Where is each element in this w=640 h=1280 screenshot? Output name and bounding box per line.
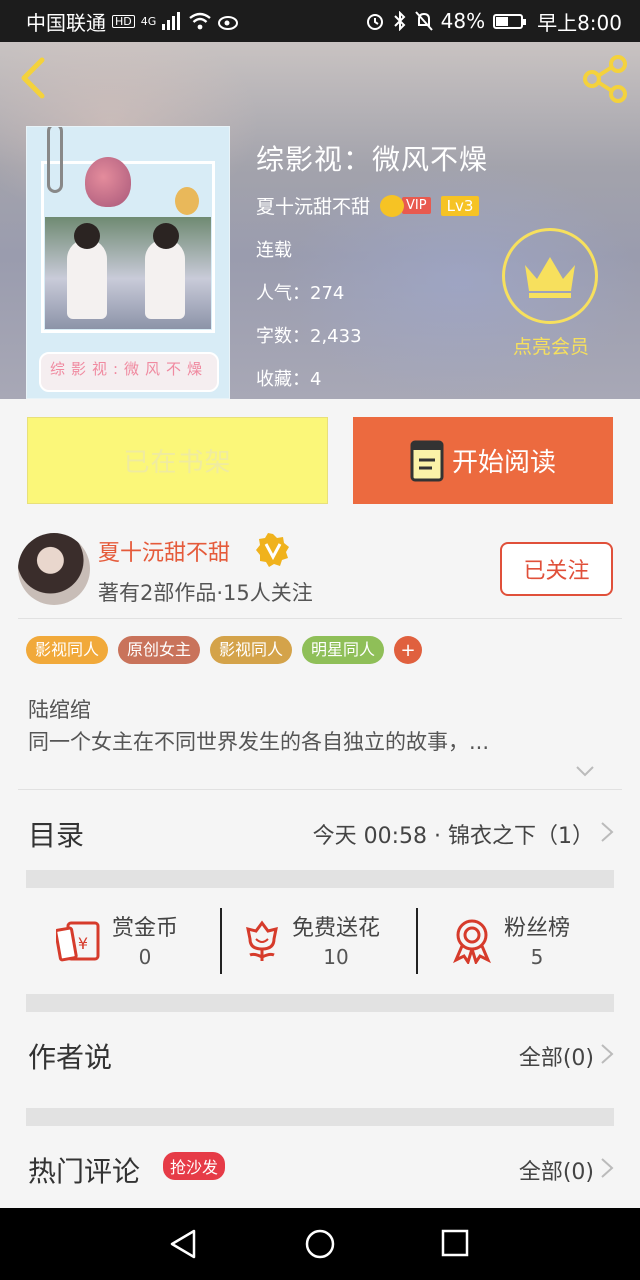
tag-chip[interactable]: 明星同人: [302, 636, 385, 664]
sofa-badge: 抢沙发: [163, 1152, 226, 1180]
book-intro[interactable]: 陆绾绾 同一个女主在不同世界发生的各自独立的故事，...: [28, 694, 588, 758]
vip-cta-label[interactable]: 点亮会员: [498, 332, 604, 359]
stat-separator: [220, 908, 222, 974]
bluetooth-icon: [393, 11, 406, 31]
network-type-label: 4G: [140, 14, 157, 28]
reward-coin-icon: ¥: [56, 921, 100, 962]
tag-list: 影视同人 原创女主 影视同人 明星同人 +: [26, 636, 423, 664]
level-badge: Lv3: [440, 195, 480, 216]
cover-title: 综影视:微风不燥: [39, 352, 219, 392]
tag-chip[interactable]: 原创女主: [118, 636, 201, 664]
author-card: 夏十沅甜不甜 著有2部作品·15人关注 已关注: [0, 517, 640, 619]
author-say-title: 作者说: [28, 1041, 113, 1074]
section-gap: [26, 994, 614, 1012]
reward-coin-value: 0: [138, 945, 152, 969]
ribbon-medal-icon: [453, 919, 491, 964]
in-shelf-button[interactable]: 已在书架: [27, 417, 328, 504]
header-author-name[interactable]: 夏十沅甜不甜: [256, 192, 370, 219]
stats-row: ¥ 赏金币 0 免费送花 10 粉丝榜 5: [0, 888, 640, 994]
weibo-icon: [218, 16, 239, 30]
book-icon: [410, 440, 444, 481]
chevron-down-icon[interactable]: [574, 760, 596, 782]
tag-chip[interactable]: 影视同人: [26, 636, 109, 664]
fan-ranking-value: 5: [530, 945, 544, 969]
intro-line-1: 陆绾绾: [28, 698, 91, 722]
hd-icon: HD: [112, 14, 135, 28]
chevron-right-icon: [601, 822, 614, 842]
carrier-label: 中国联通: [26, 10, 106, 35]
popularity: 人气：274: [256, 283, 345, 304]
book-header: 综影视:微风不燥 综影视：微风不燥 夏十沅甜不甜 VIP Lv3 连载 人气：2…: [0, 42, 640, 399]
more-tags-button[interactable]: +: [394, 636, 423, 664]
battery-level: [496, 16, 509, 26]
serial-status: 连载: [256, 240, 292, 261]
start-reading-button[interactable]: 开始阅读: [353, 417, 613, 504]
follow-button[interactable]: 已关注: [500, 542, 613, 596]
alarm-icon: [366, 14, 383, 30]
section-gap: [26, 1108, 614, 1126]
system-nav-bar: [0, 1208, 640, 1280]
hot-comments-row[interactable]: 热门评论 全部(0): [0, 1126, 640, 1208]
book-title: 综影视：微风不燥: [256, 143, 489, 176]
verified-badge-icon: [256, 533, 289, 567]
back-arrow-icon[interactable]: [14, 54, 54, 102]
clock: 早上8:00: [537, 10, 622, 35]
free-flower-stat[interactable]: 免费送花 10: [242, 888, 412, 994]
fan-ranking-stat[interactable]: 粉丝榜 5: [452, 888, 602, 994]
word-count: 字数：2,433: [256, 326, 362, 347]
book-cover[interactable]: 综影视:微风不燥: [26, 126, 230, 399]
divider: [18, 618, 622, 619]
tag-chip[interactable]: 影视同人: [210, 636, 293, 664]
nav-back-icon[interactable]: [168, 1228, 198, 1260]
vip-crown-icon: [380, 194, 405, 217]
header-author-line: 夏十沅甜不甜 VIP Lv3: [256, 192, 480, 219]
start-reading-label: 开始阅读: [451, 448, 556, 478]
chevron-right-icon: [601, 1158, 614, 1178]
hot-comments-title: 热门评论: [28, 1155, 141, 1188]
favorites-count: 收藏：4: [256, 369, 322, 390]
author-say-all: 全部(0): [518, 1046, 594, 1071]
reward-coin-label: 赏金币: [112, 916, 179, 941]
catalog-title: 目录: [28, 819, 85, 852]
latest-chapter: 今天 00:58 · 锦衣之下（1）: [312, 824, 594, 849]
signal-icon: [162, 12, 181, 30]
battery-percent: 48%: [440, 9, 486, 33]
crown-icon: [525, 257, 575, 298]
paperclip-icon: [47, 127, 63, 193]
free-flower-value: 10: [323, 945, 349, 969]
wifi-icon: [189, 12, 212, 30]
author-stats: 著有2部作品·15人关注: [98, 581, 313, 605]
free-flower-label: 免费送花: [292, 916, 381, 941]
status-bar: 中国联通 HD 4G 48% 早上8:00: [0, 0, 640, 42]
avatar[interactable]: [18, 533, 90, 605]
vip-badge: VIP: [380, 194, 431, 217]
mute-bell-icon: [414, 11, 433, 31]
stat-separator: [416, 908, 418, 974]
vip-membership-button[interactable]: [502, 228, 598, 324]
flower-icon: [246, 920, 278, 961]
author-name[interactable]: 夏十沅甜不甜: [98, 535, 230, 567]
section-gap: [26, 870, 614, 888]
fan-ranking-label: 粉丝榜: [504, 916, 571, 941]
share-icon[interactable]: [580, 54, 630, 104]
catalog-row[interactable]: 目录 今天 00:58 · 锦衣之下（1）: [0, 790, 640, 870]
action-bar: 已在书架 开始阅读: [0, 399, 640, 517]
nav-home-icon[interactable]: [304, 1228, 336, 1260]
author-say-row[interactable]: 作者说 全部(0): [0, 1012, 640, 1108]
intro-line-2: 同一个女主在不同世界发生的各自独立的故事，...: [28, 730, 490, 754]
hot-comments-all: 全部(0): [518, 1160, 594, 1185]
battery-icon: [493, 13, 527, 29]
svg-text:¥: ¥: [78, 934, 88, 953]
reward-coin-stat[interactable]: ¥ 赏金币 0: [56, 888, 206, 994]
nav-recents-icon[interactable]: [440, 1228, 470, 1258]
chevron-right-icon: [601, 1044, 614, 1064]
